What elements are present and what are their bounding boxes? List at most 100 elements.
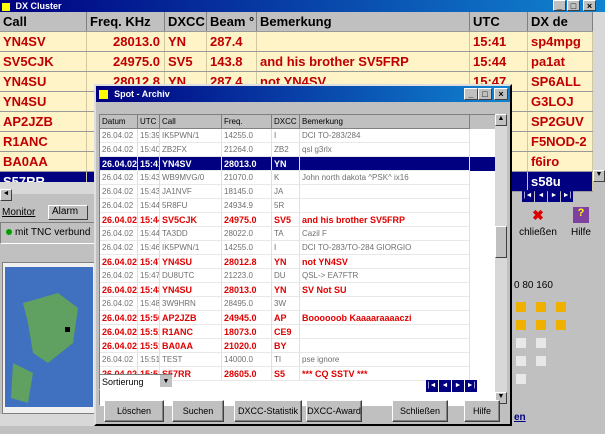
close-tool-icon: ✖	[532, 207, 544, 223]
status-text: mit TNC verbund	[15, 227, 91, 238]
archive-row[interactable]: 26.04.02 15:43 WB9MVG/0 21070.0 K John north …	[100, 171, 496, 185]
archive-cell: pse ignore	[300, 353, 470, 367]
archive-cell: CE9	[272, 325, 300, 339]
archive-row[interactable]: 26.04.02 15:43 JA1NVF 18145.0 JA	[100, 185, 496, 199]
cluster-row[interactable]: SV5CJK 24975.0 SV5 143.8 and his brother SV5…	[0, 52, 593, 72]
map-svg	[5, 267, 93, 407]
col-freq[interactable]: Freq.	[222, 115, 272, 129]
archive-row[interactable]: 26.04.0215:51R1ANC18073.0CE9	[100, 325, 496, 339]
archive-cell: 21264.0	[222, 143, 272, 157]
dxcc-award-button[interactable]: DXCC-Award	[306, 400, 362, 422]
col-utc[interactable]: UTC	[470, 12, 528, 31]
archive-cell: 14255.0	[222, 129, 272, 143]
archive-row[interactable]: 26.04.0215:47YN4SU28012.8YNnot YN4SV	[100, 255, 496, 269]
archive-nav: |◄ ◄ ► ►|	[426, 374, 478, 392]
scroll-up-icon[interactable]: ▲	[495, 114, 507, 126]
help-button[interactable]: Hilfe	[464, 400, 500, 422]
col-remark[interactable]: Bemerkung	[300, 115, 470, 129]
bottom-link[interactable]: en	[514, 412, 526, 423]
col-dxcc[interactable]: DXCC	[165, 12, 207, 31]
archive-row[interactable]: 26.04.0215:41YN4SV28013.0YN	[100, 157, 496, 171]
archive-cell: 26.04.02	[100, 325, 138, 339]
scroll-thumb[interactable]	[495, 226, 507, 258]
next-icon[interactable]: ►	[548, 190, 560, 202]
archive-cell: YN4SV	[160, 157, 222, 171]
last-icon[interactable]: ►|	[561, 190, 573, 202]
archive-cell: 15:51	[138, 325, 160, 339]
cluster-cell: 287.4	[207, 32, 257, 51]
delete-button[interactable]: Löschen	[104, 400, 164, 422]
archive-cell: TEST	[160, 353, 222, 367]
archive-maximize-icon[interactable]: □	[478, 88, 492, 100]
status-led-icon	[6, 229, 12, 235]
prev-icon[interactable]: ◄	[439, 380, 451, 392]
archive-cell: 21070.0	[222, 171, 272, 185]
maximize-icon[interactable]: □	[567, 0, 580, 11]
first-icon[interactable]: |◄	[426, 380, 438, 392]
archive-row[interactable]: 26.04.02 15:39 IK5PWN/1 14255.0 I DCI TO-283/…	[100, 129, 496, 143]
help-tool-label: Hilfe	[570, 227, 591, 238]
close-icon[interactable]: ×	[583, 0, 596, 11]
archive-row[interactable]: 26.04.02 15:44 5R8FU 24934.9 5R	[100, 199, 496, 213]
close-button[interactable]: Schließen	[392, 400, 448, 422]
archive-cell: 26.04.02	[100, 283, 138, 297]
prev-icon[interactable]: ◄	[535, 190, 547, 202]
archive-cell: 15:40	[138, 143, 160, 157]
col-call[interactable]: Call	[0, 12, 87, 31]
col-dxcc[interactable]: DXCC	[272, 115, 300, 129]
archive-row[interactable]: 26.04.0215:50AP2JZB24945.0APBoooooob Kaa…	[100, 311, 496, 325]
col-freq[interactable]: Freq. KHz	[87, 12, 165, 31]
archive-row[interactable]: 26.04.02 15:46 IK5PWN/1 14255.0 I DCI TO-283/…	[100, 241, 496, 255]
minimize-icon[interactable]: _	[553, 0, 566, 11]
scroll-left-icon[interactable]: ◄	[0, 189, 12, 201]
archive-minimize-icon[interactable]: _	[464, 88, 478, 100]
cluster-row[interactable]: YN4SV 28013.0 YN 287.4 15:41 sp4mpg	[0, 32, 593, 52]
archive-close-icon[interactable]: ×	[494, 88, 508, 100]
tab-alarm[interactable]: Alarm	[48, 205, 88, 220]
col-dxde[interactable]: DX de	[528, 12, 593, 31]
archive-cell: TI	[272, 353, 300, 367]
last-icon[interactable]: ►|	[465, 380, 477, 392]
map-scrollbar[interactable]	[0, 414, 94, 426]
window-title: DX Cluster	[15, 1, 62, 11]
band-cell	[536, 356, 546, 366]
close-tool[interactable]: ✖ chließen	[515, 207, 561, 247]
archive-cell: YN	[272, 255, 300, 269]
cluster-scrollbar[interactable]	[593, 12, 605, 182]
next-icon[interactable]: ►	[452, 380, 464, 392]
col-date[interactable]: Datum	[100, 115, 138, 129]
chevron-down-icon[interactable]: ▼	[160, 375, 172, 387]
archive-vscrollbar[interactable]: ▲ ▼	[495, 114, 507, 404]
cluster-hscrollbar[interactable]: ◄	[0, 182, 94, 201]
archive-row[interactable]: 26.04.02 15:47 DU8UTC 21223.0 DU QSL-> EA7FTR	[100, 269, 496, 283]
first-icon[interactable]: |◄	[522, 190, 534, 202]
col-beam[interactable]: Beam °	[207, 12, 257, 31]
help-tool[interactable]: ? Hilfe	[563, 207, 599, 247]
cluster-titlebar[interactable]: DX Cluster	[0, 0, 605, 12]
col-remark[interactable]: Bemerkung	[257, 12, 470, 31]
archive-row[interactable]: 26.04.0215:51BA0AA21020.0BY	[100, 339, 496, 353]
archive-cell: 28022.0	[222, 227, 272, 241]
dxcc-statistics-button[interactable]: DXCC-Statistik	[234, 400, 302, 422]
archive-row[interactable]: 26.04.02 15:40 ZB2FX 21264.0 ZB2 qsl g3rlx	[100, 143, 496, 157]
sort-select[interactable]: Sortierung ▼	[99, 374, 173, 390]
scroll-down-icon[interactable]: ▼	[593, 170, 605, 182]
archive-cell: 28495.0	[222, 297, 272, 311]
tab-monitor[interactable]: Monitor	[2, 207, 46, 221]
col-utc[interactable]: UTC	[138, 115, 160, 129]
cluster-cell	[257, 32, 470, 51]
col-call[interactable]: Call	[160, 115, 222, 129]
cluster-cell: sp4mpg	[528, 32, 593, 51]
archive-cell: S5	[272, 367, 300, 381]
archive-titlebar[interactable]: Spot - Archiv _ □ ×	[96, 86, 510, 102]
archive-cell: 15:41	[138, 157, 160, 171]
archive-cell: 26.04.02	[100, 227, 138, 241]
archive-row[interactable]: 26.04.02 15:48 3W9HRN 28495.0 3W	[100, 297, 496, 311]
archive-cell: 15:50	[138, 311, 160, 325]
search-button[interactable]: Suchen	[172, 400, 224, 422]
archive-row[interactable]: 26.04.02 15:51 TEST 14000.0 TI pse ignore	[100, 353, 496, 367]
archive-cell: 26.04.02	[100, 297, 138, 311]
archive-row[interactable]: 26.04.0215:48YN4SU28013.0YNSV Not SU	[100, 283, 496, 297]
archive-row[interactable]: 26.04.02 15:44 TA3DD 28022.0 TA Cazil F	[100, 227, 496, 241]
archive-row[interactable]: 26.04.0215:44SV5CJK24975.0SV5and his bro…	[100, 213, 496, 227]
